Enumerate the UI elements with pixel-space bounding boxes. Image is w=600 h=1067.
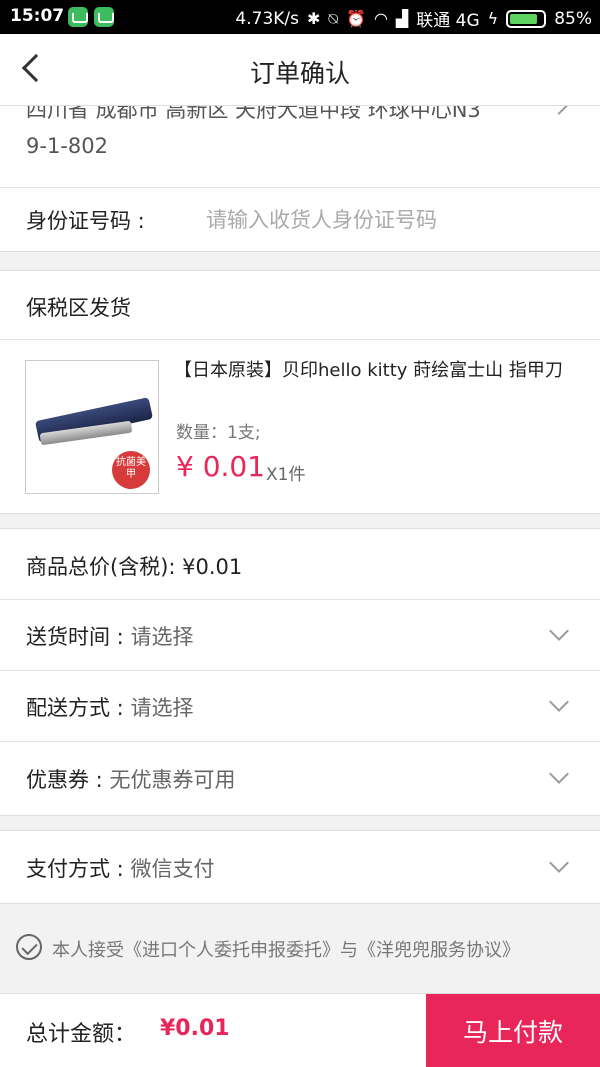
delivery-method-field: 配送方式 : 请选择 [26, 692, 193, 722]
coupon-row[interactable]: 优惠券 : 无优惠券可用 [0, 742, 600, 816]
grand-total-label: 总计金额： [26, 1022, 137, 1047]
status-bar: 15:07 4.73K/s ✱ ⍉ ⏰ ◠ ▟ 联通 4G ϟ 85% [0, 0, 600, 34]
chevron-down-icon [549, 764, 569, 784]
payment-method-row[interactable]: 支付方式 : 微信支付 [0, 830, 600, 904]
app-notification-icon [94, 7, 114, 27]
delivery-method-label: 配送方式 : [26, 696, 124, 720]
agreement-row[interactable]: 本人接受《进口个人委托申报委托》与《洋兜兜服务协议》 [0, 918, 600, 976]
shipping-address[interactable]: 四川省 成都市 高新区 天府大道中段 环球中心N3 9-1-802 [0, 106, 600, 188]
address-line-1: 四川省 成都市 高新区 天府大道中段 环球中心N3 [26, 106, 481, 122]
agreement-text[interactable]: 本人接受《进口个人委托申报委托》与《洋兜兜服务协议》 [52, 936, 520, 962]
pay-now-button[interactable]: 马上付款 [426, 994, 600, 1067]
battery-level [510, 13, 538, 24]
chevron-down-icon [549, 692, 569, 712]
carrier-label: 联通 4G [416, 11, 480, 31]
address-line-2: 9-1-802 [26, 134, 108, 158]
delivery-time-field: 送货时间 : 请选择 [26, 621, 193, 651]
payment-value: 微信支付 [130, 857, 215, 881]
id-number-row: 身份证号码 : [0, 188, 600, 252]
wifi-icon: ◠ [373, 9, 388, 28]
product-badge: 抗菌美甲 [112, 451, 150, 489]
signal-icon: ▟ [395, 9, 409, 28]
mute-icon: ⍉ [328, 8, 339, 28]
delivery-method-row[interactable]: 配送方式 : 请选择 [0, 671, 600, 742]
product-multiplier: X1件 [266, 465, 306, 485]
chevron-right-icon [549, 106, 569, 115]
delivery-time-value: 请选择 [130, 625, 194, 649]
goods-total-row: 商品总价(含税): ¥0.01 [0, 528, 600, 600]
product-title: 【日本原装】贝印hello kitty 莳绘富士山 指甲刀 [174, 360, 563, 381]
bonded-warehouse-label: 保税区发货 [26, 296, 131, 320]
status-time: 15:07 [10, 6, 65, 26]
payment-field: 支付方式 : 微信支付 [26, 853, 214, 883]
checkout-bar: 总计金额： ¥0.01 马上付款 [0, 993, 600, 1067]
status-right: 4.73K/s ✱ ⍉ ⏰ ◠ ▟ 联通 4G ϟ 85% [235, 6, 592, 32]
goods-total-label: 商品总价(含税): ¥0.01 [26, 555, 243, 579]
battery-percent: 85% [554, 8, 592, 29]
product-quantity: 数量：1支; [176, 423, 261, 443]
app-notification-icon [68, 7, 88, 27]
chevron-down-icon [549, 853, 569, 873]
coupon-label: 优惠券 : [26, 768, 103, 792]
product-image: 抗菌美甲 [25, 360, 159, 494]
network-speed: 4.73K/s [235, 8, 300, 29]
product-item[interactable]: 抗菌美甲 【日本原装】贝印hello kitty 莳绘富士山 指甲刀 数量：1支… [0, 340, 600, 514]
check-circle-icon[interactable] [16, 934, 42, 960]
coupon-value: 无优惠券可用 [109, 768, 236, 792]
delivery-time-label: 送货时间 : [26, 625, 124, 649]
payment-label: 支付方式 : [26, 857, 124, 881]
charging-icon: ϟ [487, 9, 499, 28]
grand-total-amount: ¥0.01 [160, 1016, 230, 1041]
coupon-field: 优惠券 : 无优惠券可用 [26, 764, 235, 794]
delivery-time-row[interactable]: 送货时间 : 请选择 [0, 600, 600, 671]
id-number-input[interactable] [206, 202, 566, 238]
battery-icon [506, 9, 547, 28]
delivery-method-value: 请选择 [130, 696, 194, 720]
alarm-icon: ⏰ [346, 9, 366, 28]
id-number-label: 身份证号码 : [26, 209, 145, 233]
page-header: 订单确认 [0, 34, 600, 106]
chevron-down-icon [549, 621, 569, 641]
bonded-warehouse-header: 保税区发货 [0, 270, 600, 340]
page-title: 订单确认 [249, 59, 350, 88]
bluetooth-icon: ✱ [307, 9, 321, 28]
product-price: ¥ 0.01 [176, 450, 266, 483]
